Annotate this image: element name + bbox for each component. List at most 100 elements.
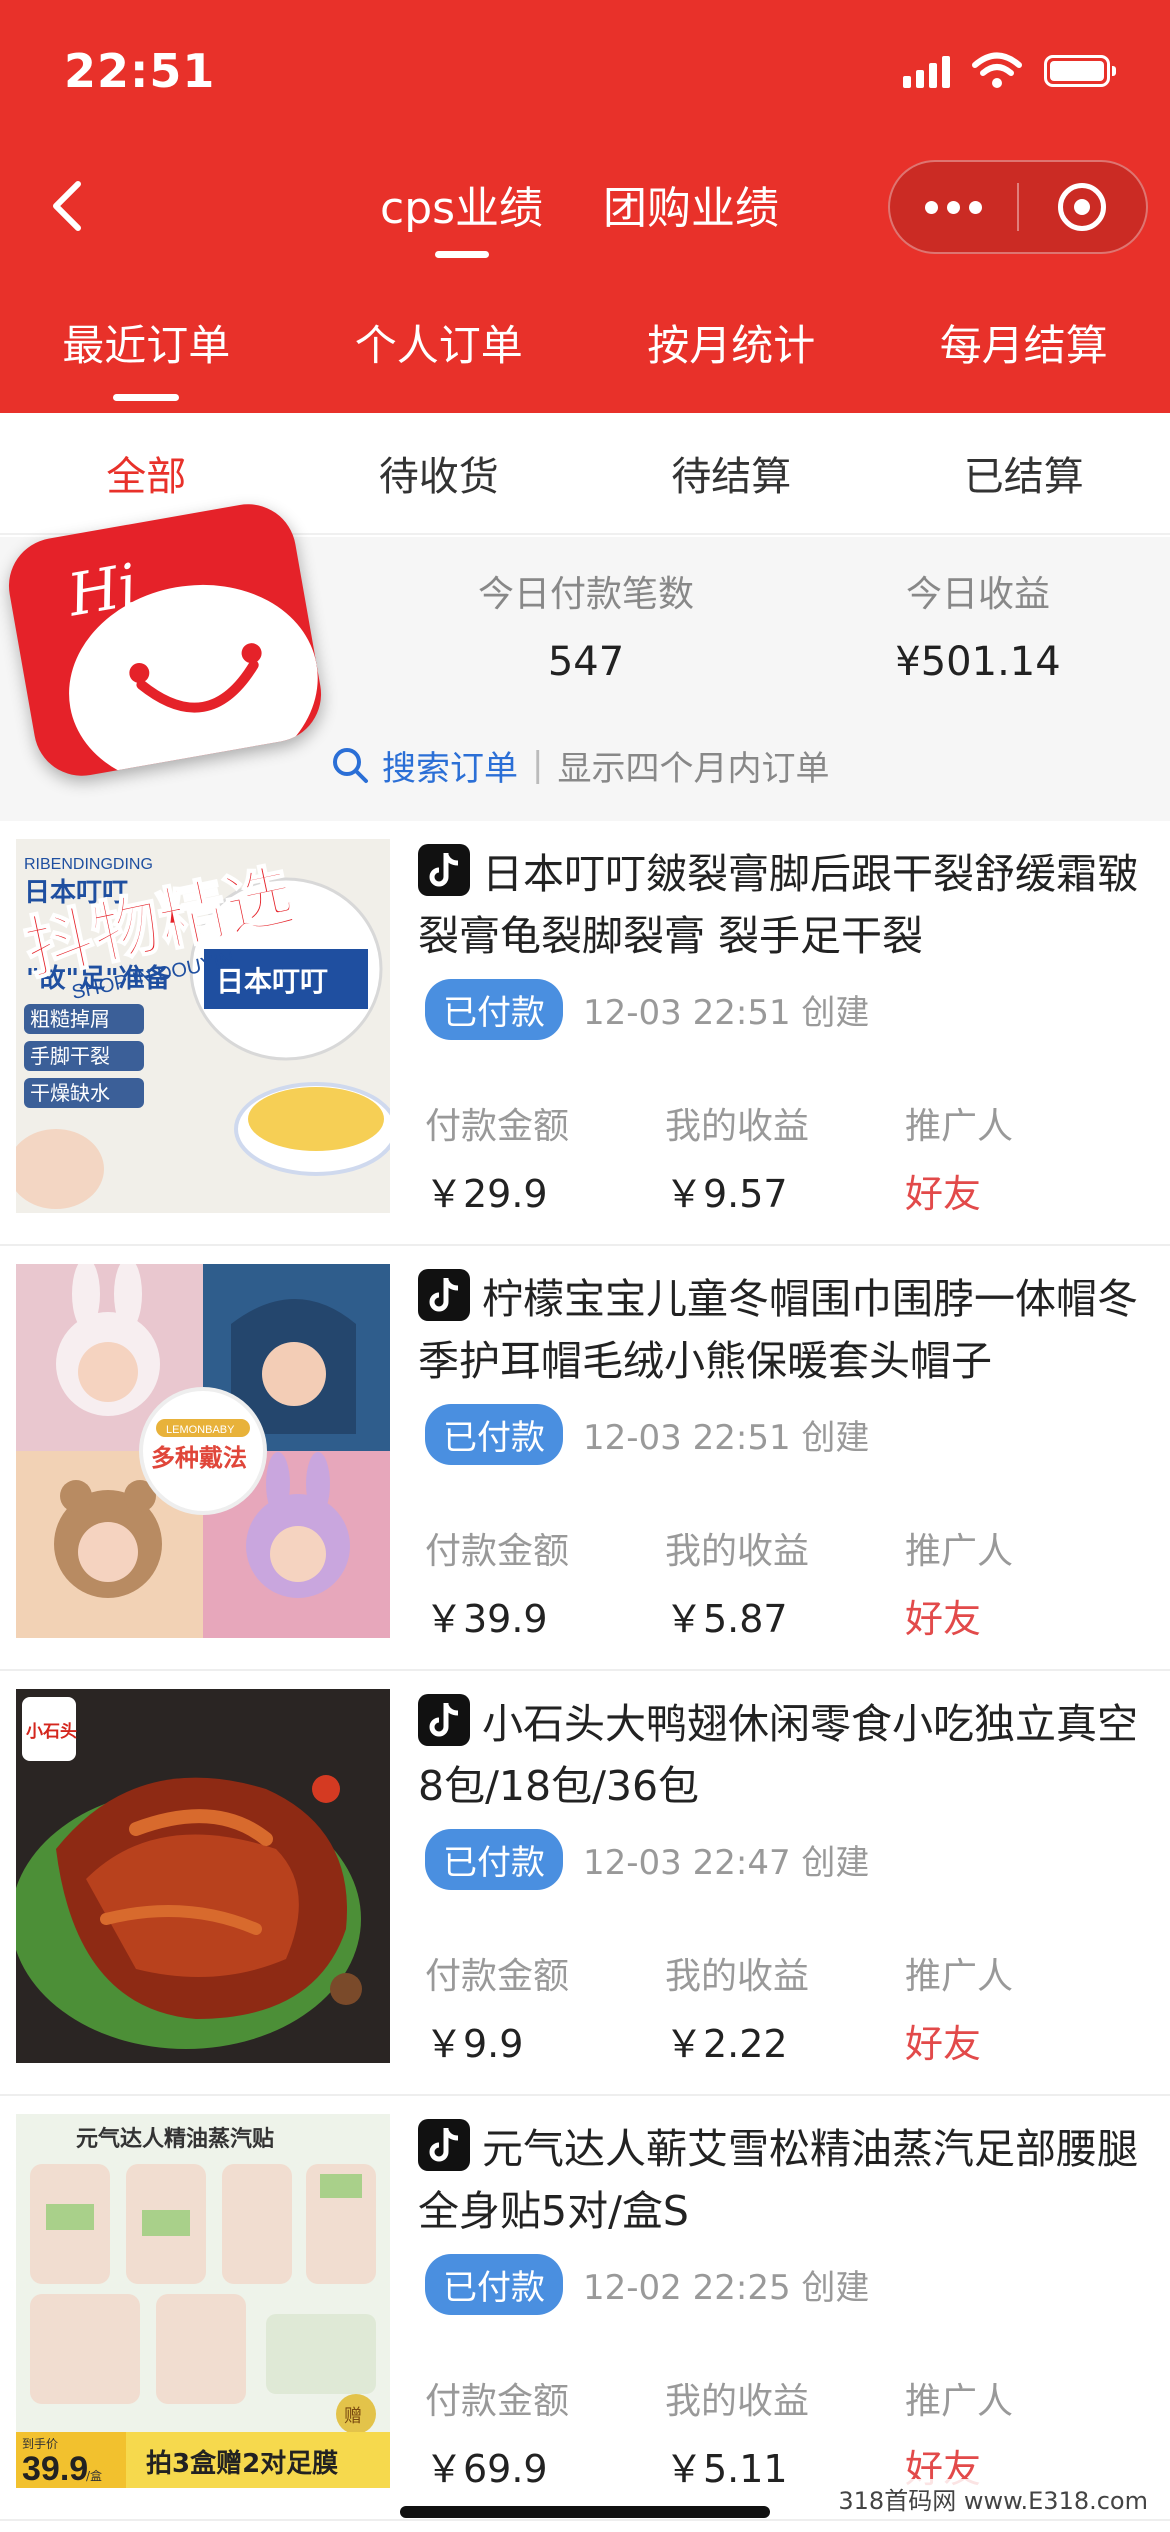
income-label: 我的收益: [665, 1531, 810, 1572]
income-label: 我的收益: [665, 1106, 810, 1147]
product-title-text: 柠檬宝宝儿童冬帽围巾围脖一体帽冬季护耳帽毛绒小熊保暖套头帽子: [418, 1275, 1138, 1385]
stat-income-value: ¥501.14: [895, 639, 1061, 685]
product-image: LEMONBABY 多种戴法: [16, 1264, 390, 1638]
amount-value: ￥39.9: [425, 1597, 548, 1641]
create-time: 12-03 22:51 创建: [583, 993, 870, 1033]
app-header: 22:51 cps业绩 团购业绩 最近订单 个人订单 按月统计 每月结算: [0, 0, 1170, 413]
income-label: 我的收益: [665, 1956, 810, 1997]
image-price: 39.9: [22, 2450, 88, 2488]
status-badge: 已付款: [425, 1404, 563, 1465]
filter-pending-settlement[interactable]: 待结算: [585, 444, 878, 502]
image-brand: RIBENDINGDING: [24, 856, 153, 873]
more-dots-icon[interactable]: [890, 200, 1017, 214]
promoter-label: 推广人: [905, 1956, 1014, 1997]
stat-income-label: 今日收益: [905, 574, 1050, 615]
signal-icon: [903, 54, 950, 88]
filter-settled[interactable]: 已结算: [878, 444, 1170, 502]
tab-monthly-settlement[interactable]: 每月结算: [878, 312, 1170, 401]
image-tag-3: 干燥缺水: [30, 1081, 110, 1105]
tab-personal-orders[interactable]: 个人订单: [293, 312, 586, 401]
promoter-value: 好友: [905, 1172, 982, 1216]
image-price-unit: /盒: [86, 2468, 102, 2483]
tab-monthly-stats[interactable]: 按月统计: [585, 312, 878, 401]
image-tag-2: 手脚干裂: [30, 1044, 110, 1068]
search-separator: |: [532, 745, 544, 785]
promoter-value: 好友: [905, 2022, 982, 2066]
status-badge: 已付款: [425, 2254, 563, 2315]
tab-cps[interactable]: cps业绩: [380, 172, 543, 258]
filter-all[interactable]: 全部: [0, 444, 293, 502]
douyin-icon: [418, 2119, 470, 2171]
image-banner: 元气达人精油蒸汽贴: [76, 2126, 274, 2152]
mini-program-capsule: [888, 160, 1148, 254]
income-value: ￥9.57: [665, 1172, 788, 1216]
product-title-text: 小石头大鸭翅休闲零食小吃独立真空8包/18包/36包: [418, 1700, 1138, 1810]
hi-app-logo: Hi: [1, 496, 329, 784]
product-title: 元气达人蕲艾雪松精油蒸汽足部腰腿全身贴5对/盒S: [418, 2118, 1148, 2242]
douyin-icon: [418, 1269, 470, 1321]
order-status-row: 已付款 12-03 22:47 创建: [425, 1829, 869, 1890]
order-status-row: 已付款 12-02 22:25 创建: [425, 2254, 869, 2315]
image-logo: 小石头: [26, 1722, 77, 1742]
battery-icon: [1044, 55, 1116, 87]
amount-label: 付款金额: [425, 1956, 570, 1997]
product-image: 小石头: [16, 1689, 390, 2063]
amount-value: ￥69.9: [425, 2447, 548, 2491]
status-icons: [903, 52, 1116, 90]
hi-logo-text: Hi: [62, 550, 143, 630]
image-badge: 多种戴法: [151, 1444, 247, 1472]
stat-count-label: 今日付款笔数: [477, 574, 694, 615]
amount-value: ￥9.9: [425, 2022, 524, 2066]
order-status-row: 已付款 12-03 22:51 创建: [425, 979, 869, 1040]
amount-label: 付款金额: [425, 1531, 570, 1572]
promoter-value: 好友: [905, 1597, 982, 1641]
top-tabs: cps业绩 团购业绩: [380, 172, 779, 258]
search-note: 显示四个月内订单: [557, 748, 830, 789]
status-badge: 已付款: [425, 1829, 563, 1890]
tab-recent-orders[interactable]: 最近订单: [0, 312, 293, 401]
order-meta: 付款金额 ￥29.9 我的收益 ￥9.57 推广人 好友: [425, 1097, 1145, 1218]
create-time: 12-03 22:47 创建: [583, 1843, 870, 1883]
promoter-label: 推广人: [905, 1531, 1014, 1572]
promoter-label: 推广人: [905, 2381, 1014, 2422]
image-price-tag: 到手价: [22, 2437, 58, 2451]
stat-today-income: 今日收益 ¥501.14: [818, 565, 1138, 685]
site-watermark: 318首码网 www.E318.com: [830, 2479, 1156, 2518]
order-item[interactable]: 小石头 小石头大鸭翅休闲零食小吃独立真空8包/18包/36包 已付款 12-03…: [0, 1671, 1170, 2096]
product-title-text: 元气达人蕲艾雪松精油蒸汽足部腰腿全身贴5对/盒S: [418, 2125, 1138, 2235]
home-indicator[interactable]: [400, 2506, 770, 2518]
tab-group-buy[interactable]: 团购业绩: [603, 172, 779, 258]
order-item[interactable]: 元气达人精油蒸汽贴 赠 到手价 39.9 /盒 拍3盒赠2对足膜 元气达人蕲艾雪…: [0, 2096, 1170, 2521]
filter-pending-receipt[interactable]: 待收货: [293, 444, 586, 502]
sub-tabs: 最近订单 个人订单 按月统计 每月结算: [0, 312, 1170, 401]
wifi-icon: [972, 52, 1022, 88]
promoter-label: 推广人: [905, 1106, 1014, 1147]
douyin-icon: [418, 1694, 470, 1746]
product-title-text: 日本叮叮皴裂膏脚后跟干裂舒缓霜皲裂膏龟裂脚裂膏 裂手足干裂: [418, 850, 1138, 960]
target-close-icon[interactable]: [1019, 183, 1146, 231]
search-orders-link[interactable]: 搜索订单: [382, 741, 518, 790]
order-meta: 付款金额 ￥9.9 我的收益 ￥2.22 推广人好友: [425, 1947, 1145, 2068]
image-gift: 赠: [344, 2406, 362, 2427]
status-badge: 已付款: [425, 979, 563, 1040]
product-title: 柠檬宝宝儿童冬帽围巾围脖一体帽冬季护耳帽毛绒小熊保暖套头帽子: [418, 1268, 1148, 1392]
income-value: ￥2.22: [665, 2022, 788, 2066]
search-icon[interactable]: [330, 745, 370, 785]
amount-label: 付款金额: [425, 1106, 570, 1147]
product-title: 小石头大鸭翅休闲零食小吃独立真空8包/18包/36包: [418, 1693, 1148, 1817]
income-value: ￥5.87: [665, 1597, 788, 1641]
amount-label: 付款金额: [425, 2381, 570, 2422]
chevron-left-icon[interactable]: [44, 176, 94, 236]
order-meta: 付款金额 ￥39.9 我的收益 ￥5.87 推广人好友: [425, 1522, 1145, 1643]
stat-count-value: 547: [547, 639, 625, 685]
product-title: 日本叮叮皴裂膏脚后跟干裂舒缓霜皲裂膏龟裂脚裂膏 裂手足干裂: [418, 843, 1148, 967]
image-small: LEMONBABY: [166, 1424, 235, 1436]
create-time: 12-03 22:51 创建: [583, 1418, 870, 1458]
order-meta: 付款金额 ￥69.9 我的收益 ￥5.11 推广人 好友: [425, 2372, 1145, 2493]
order-status-row: 已付款 12-03 22:51 创建: [425, 1404, 869, 1465]
order-list: RIBENDINGDING 日本叮叮 日本叮叮 粗糙掉屑 手脚干裂 干燥缺水 "…: [0, 821, 1170, 2521]
order-item[interactable]: LEMONBABY 多种戴法 柠檬宝宝儿童冬帽围巾围脖一体帽冬季护耳帽毛绒小熊保…: [0, 1246, 1170, 1671]
product-image: 元气达人精油蒸汽贴 赠 到手价 39.9 /盒 拍3盒赠2对足膜: [16, 2114, 390, 2488]
stat-payment-count: 今日付款笔数 547: [426, 565, 746, 685]
income-label: 我的收益: [665, 2381, 810, 2422]
